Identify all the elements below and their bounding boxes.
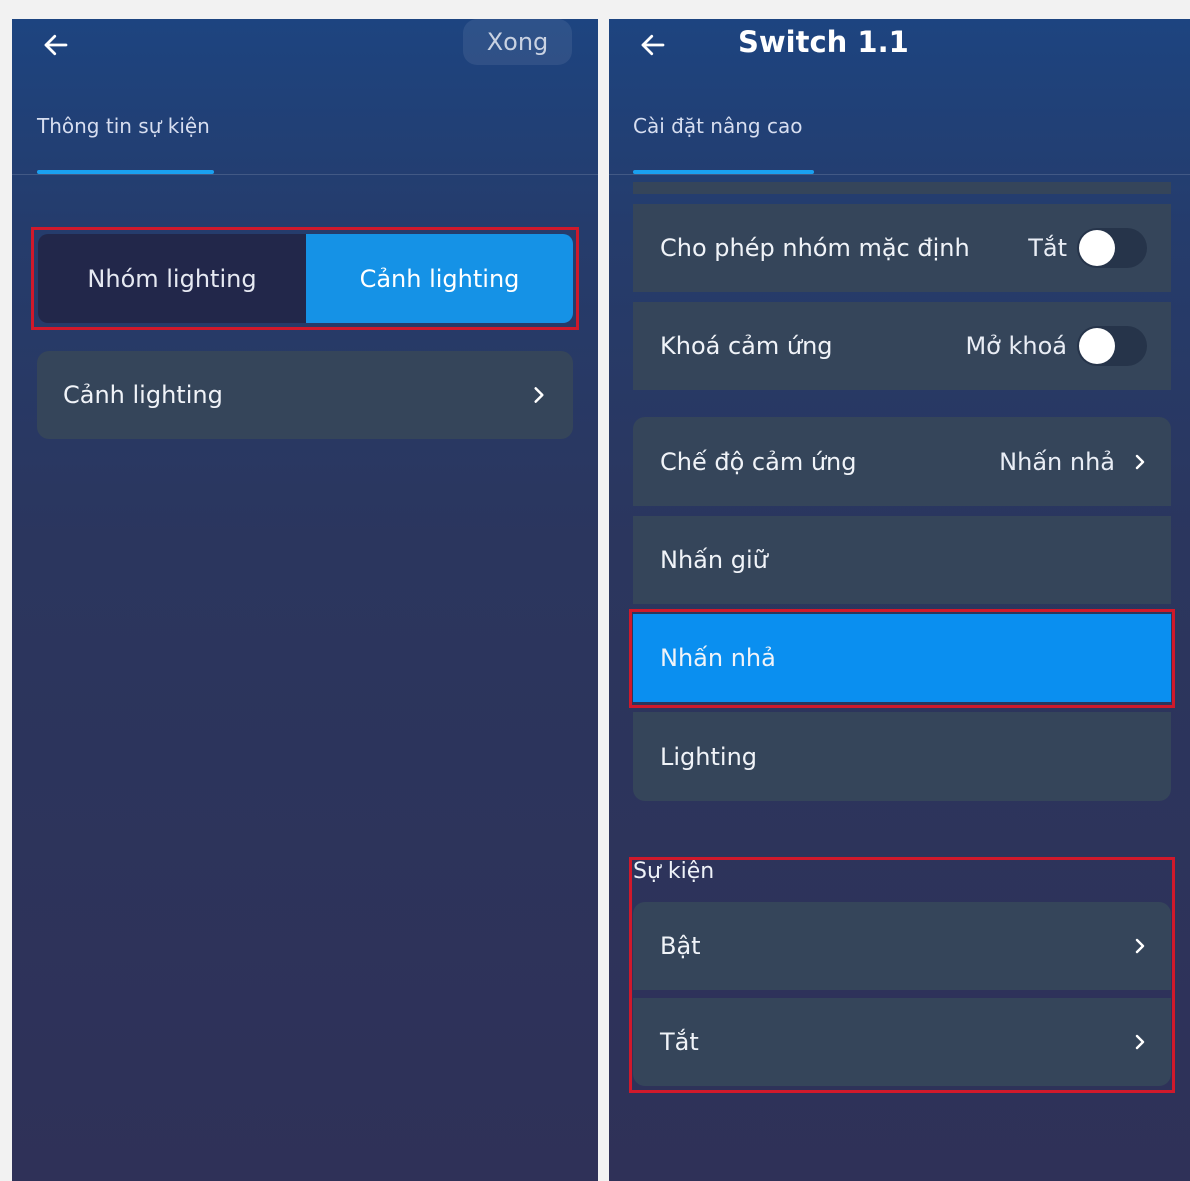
chevron-right-icon — [1135, 938, 1145, 954]
segment-lighting-group[interactable]: Nhóm lighting — [38, 234, 306, 323]
event-off-label: Tắt — [660, 1028, 699, 1056]
touch-lock-value: Mở khoá — [965, 332, 1067, 360]
touch-lock-toggle[interactable] — [1077, 326, 1147, 366]
tab-divider — [609, 174, 1190, 175]
lighting-scene-row-label: Cảnh lighting — [63, 381, 223, 409]
tab-advanced-settings[interactable]: Cài đặt nâng cao — [633, 114, 802, 138]
back-arrow-icon[interactable] — [633, 25, 673, 65]
event-on-label: Bật — [660, 932, 701, 960]
option-label: Nhấn nhả — [660, 644, 776, 672]
event-row-on[interactable]: Bật — [633, 902, 1171, 990]
touch-mode-row[interactable]: Chế độ cảm ứng Nhấn nhả — [633, 417, 1171, 506]
default-group-value: Tắt — [1028, 234, 1067, 262]
previous-row-edge — [633, 182, 1171, 194]
back-arrow-icon[interactable] — [36, 25, 76, 65]
touch-mode-value: Nhấn nhả — [999, 447, 1115, 476]
segment-lighting-scene[interactable]: Cảnh lighting — [306, 234, 573, 323]
touch-mode-option-hold[interactable]: Nhấn giữ — [633, 516, 1171, 604]
chevron-right-icon — [534, 387, 544, 403]
lighting-type-segmented-control: Nhóm lighting Cảnh lighting — [38, 234, 573, 323]
tab-event-info[interactable]: Thông tin sự kiện — [37, 114, 210, 138]
event-row-off[interactable]: Tắt — [633, 998, 1171, 1086]
touch-mode-label: Chế độ cảm ứng — [660, 447, 857, 476]
page-title: Switch 1.1 — [738, 25, 909, 59]
done-button[interactable]: Xong — [463, 19, 572, 65]
chevron-right-icon — [1135, 1034, 1145, 1050]
touch-mode-option-lighting[interactable]: Lighting — [633, 712, 1171, 801]
event-info-screen: Xong Thông tin sự kiện Nhóm lighting Cản… — [12, 19, 598, 1181]
touch-lock-label: Khoá cảm ứng — [660, 332, 833, 360]
touch-mode-option-tap-release[interactable]: Nhấn nhả — [633, 614, 1171, 702]
default-group-label: Cho phép nhóm mặc định — [660, 234, 970, 262]
lighting-scene-row[interactable]: Cảnh lighting — [37, 351, 573, 439]
default-group-row: Cho phép nhóm mặc định Tắt — [633, 204, 1171, 292]
tab-divider — [12, 174, 598, 175]
switch-settings-screen: Switch 1.1 Cài đặt nâng cao Cho phép nhó… — [609, 19, 1190, 1181]
touch-lock-row: Khoá cảm ứng Mở khoá — [633, 302, 1171, 390]
option-label: Nhấn giữ — [660, 546, 768, 574]
default-group-toggle[interactable] — [1077, 228, 1147, 268]
option-label: Lighting — [660, 742, 758, 771]
chevron-right-icon — [1135, 454, 1145, 469]
events-section-label: Sự kiện — [633, 859, 715, 884]
